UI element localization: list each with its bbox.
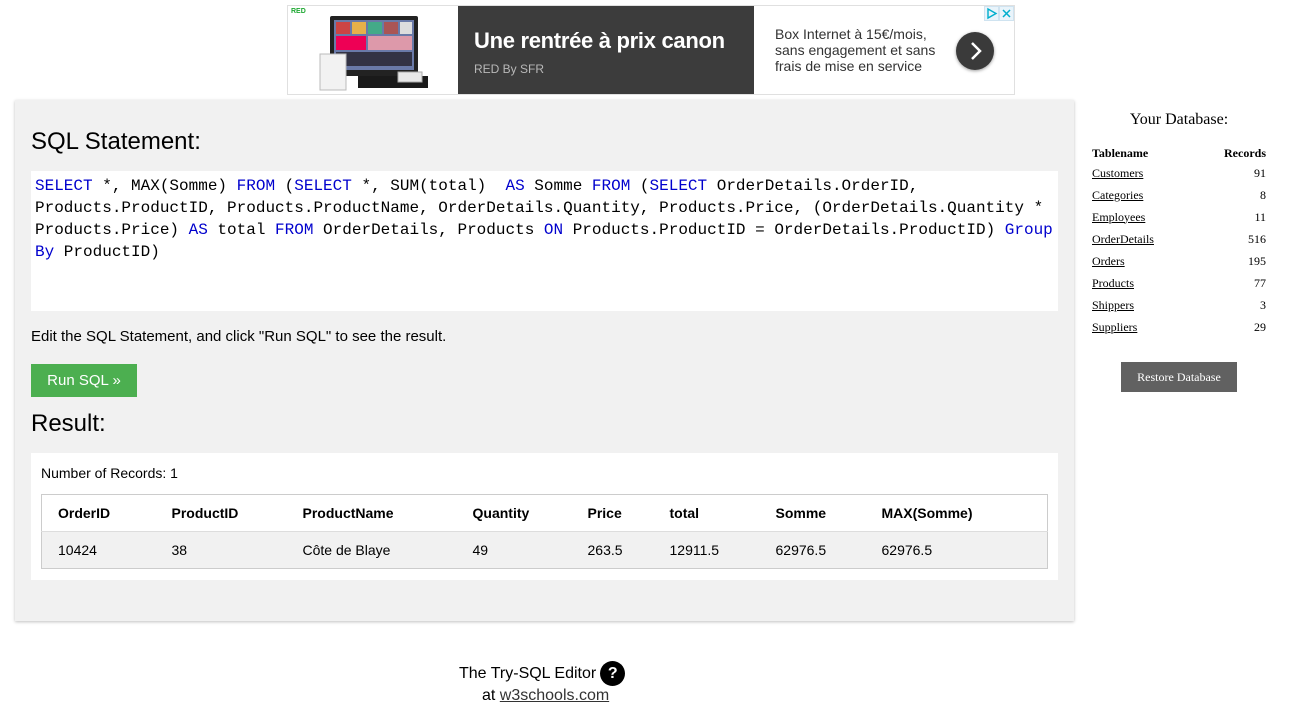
table-cell: 263.5 xyxy=(571,531,654,569)
db-table-link[interactable]: Customers xyxy=(1092,166,1143,180)
sql-text: Products.ProductID = OrderDetails.Produc… xyxy=(563,221,1005,239)
db-table-row: OrderDetails 516 xyxy=(1092,228,1266,250)
table-cell: 49 xyxy=(456,531,572,569)
column-header: ProductID xyxy=(155,494,287,532)
table-cell: 62976.5 xyxy=(759,531,866,569)
close-icon[interactable] xyxy=(999,6,1014,21)
db-record-count: 195 xyxy=(1248,253,1266,268)
sql-keyword: AS xyxy=(505,177,525,195)
sql-keyword: FROM xyxy=(236,177,276,195)
db-table-row: Products 77 xyxy=(1092,272,1266,294)
sql-text: *, MAX(Somme) xyxy=(92,177,237,195)
ad-headline-panel[interactable]: Une rentrée à prix canon RED By SFR xyxy=(458,6,754,94)
ad-brand-badge: RED xyxy=(291,8,306,15)
w3schools-link[interactable]: w3schools.com xyxy=(500,687,609,704)
db-header-row: Tablename Records xyxy=(1092,145,1266,162)
sql-text: total xyxy=(207,221,276,239)
db-table-row: Employees 11 xyxy=(1092,206,1266,228)
database-tables-list: Tablename Records Customers 91 Categorie… xyxy=(1092,145,1266,338)
help-icon[interactable]: ? xyxy=(600,661,626,686)
db-table-link[interactable]: Orders xyxy=(1092,254,1125,268)
sql-keyword: FROM xyxy=(591,177,631,195)
db-table-row: Orders 195 xyxy=(1092,250,1266,272)
ad-copy: Box Internet à 15€/mois, sans engagement… xyxy=(775,26,936,74)
sql-keyword: SELECT xyxy=(649,177,708,195)
sql-text: ( xyxy=(630,177,650,195)
ad-headline: Une rentrée à prix canon xyxy=(474,28,725,53)
footer-editor-text: The Try-SQL Editor xyxy=(459,664,597,682)
table-cell: 62976.5 xyxy=(865,531,1048,569)
sql-text: *, SUM(total) xyxy=(351,177,506,195)
column-header: MAX(Somme) xyxy=(865,494,1048,532)
record-count: Number of Records: 1 xyxy=(41,465,178,481)
db-record-count: 3 xyxy=(1260,297,1266,312)
table-cell: 12911.5 xyxy=(653,531,760,569)
db-record-count: 516 xyxy=(1248,231,1266,246)
result-panel: Number of Records: 1 OrderID ProductID P… xyxy=(31,453,1058,580)
db-table-row: Customers 91 xyxy=(1092,162,1266,184)
db-table-link[interactable]: Categories xyxy=(1092,188,1143,202)
column-header: OrderID xyxy=(41,494,156,532)
db-table-row: Categories 8 xyxy=(1092,184,1266,206)
sql-text: ProductID) xyxy=(54,243,160,261)
db-table-link[interactable]: OrderDetails xyxy=(1092,232,1154,246)
db-record-count: 77 xyxy=(1254,275,1266,290)
ad-banner[interactable]: RED Une rentrée à prix canon RED By SFR … xyxy=(287,5,1015,95)
tablename-header: Tablename xyxy=(1092,146,1149,160)
sql-statement-heading: SQL Statement: xyxy=(31,128,201,155)
result-table: OrderID ProductID ProductName Quantity P… xyxy=(41,494,1048,569)
sql-keyword: AS xyxy=(188,221,208,239)
db-record-count: 8 xyxy=(1260,187,1266,202)
footer-editor-label: The Try-SQL Editor ? xyxy=(459,661,626,686)
chevron-right-icon[interactable] xyxy=(956,32,994,70)
result-header-row: OrderID ProductID ProductName Quantity P… xyxy=(41,494,1048,532)
table-cell: Côte de Blaye xyxy=(286,531,457,569)
db-table-row: Suppliers 29 xyxy=(1092,316,1266,338)
table-row: 10424 38 Côte de Blaye 49 263.5 12911.5 … xyxy=(41,531,1048,569)
result-heading: Result: xyxy=(31,410,106,437)
db-table-link[interactable]: Suppliers xyxy=(1092,320,1137,334)
sql-editor[interactable]: SELECT *, MAX(Somme) FROM (SELECT *, SUM… xyxy=(31,171,1058,311)
db-table-link[interactable]: Shippers xyxy=(1092,298,1134,312)
db-table-link[interactable]: Products xyxy=(1092,276,1134,290)
column-header: Somme xyxy=(759,494,866,532)
sql-keyword: SELECT xyxy=(35,177,93,195)
db-table-link[interactable]: Employees xyxy=(1092,210,1145,224)
sql-keyword: ON xyxy=(543,221,564,239)
sql-keyword: SELECT xyxy=(294,177,352,195)
table-cell: 10424 xyxy=(41,531,156,569)
ad-choices[interactable] xyxy=(984,6,1014,21)
sql-text: OrderDetails, Products xyxy=(313,221,544,239)
sql-text: ( xyxy=(275,177,295,195)
restore-database-button[interactable]: Restore Database xyxy=(1121,362,1237,392)
records-header: Records xyxy=(1224,146,1266,160)
ad-brand: RED By SFR xyxy=(474,62,545,76)
instructions-text: Edit the SQL Statement, and click "Run S… xyxy=(31,328,447,345)
column-header: Price xyxy=(571,494,654,532)
footer-at-text: at xyxy=(482,687,496,704)
editor-panel: SQL Statement: SELECT *, MAX(Somme) FROM… xyxy=(15,100,1074,621)
column-header: total xyxy=(653,494,760,532)
footer-site-line: at w3schools.com xyxy=(482,687,609,705)
run-sql-button[interactable]: Run SQL » xyxy=(31,364,137,397)
sql-text: Somme xyxy=(524,177,592,195)
db-record-count: 91 xyxy=(1254,165,1266,180)
column-header: ProductName xyxy=(286,494,457,532)
db-record-count: 29 xyxy=(1254,319,1266,334)
ad-choices-icon[interactable] xyxy=(984,6,999,21)
column-header: Quantity xyxy=(456,494,572,532)
table-cell: 38 xyxy=(155,531,287,569)
db-table-row: Shippers 3 xyxy=(1092,294,1266,316)
sql-keyword: FROM xyxy=(275,221,314,239)
your-database-title: Your Database: xyxy=(1129,111,1229,128)
db-record-count: 11 xyxy=(1254,209,1266,224)
ad-product-image xyxy=(319,16,428,91)
